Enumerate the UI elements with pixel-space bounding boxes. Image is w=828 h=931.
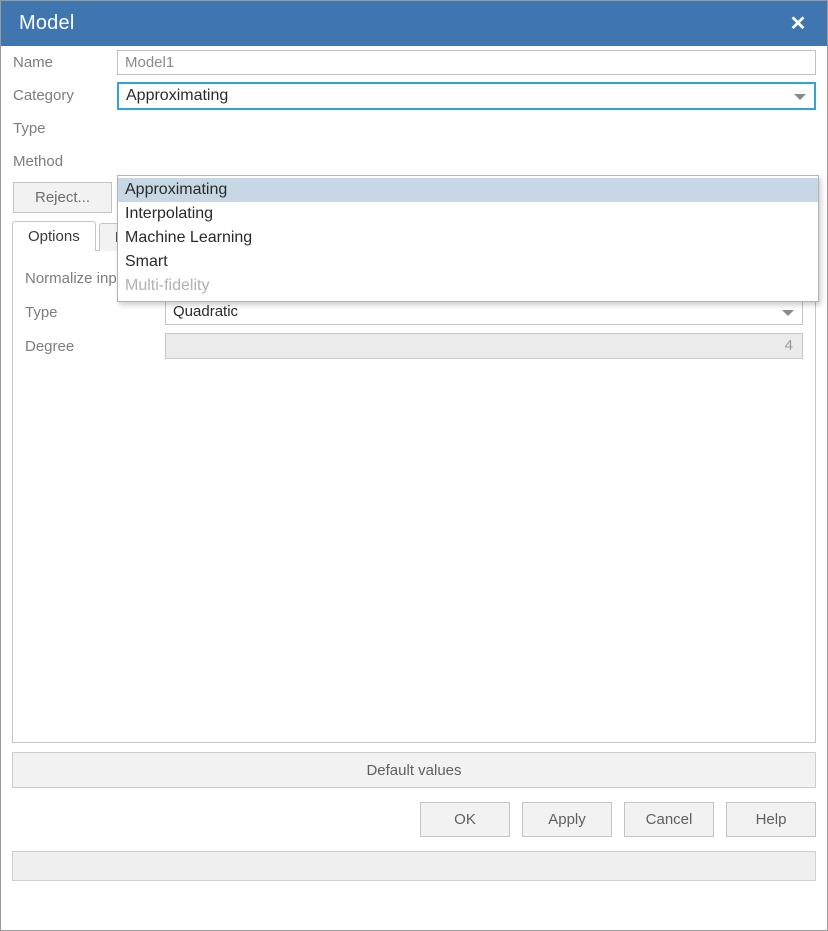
option-degree-input: 4	[165, 333, 803, 359]
name-row: Name Model1	[1, 46, 827, 79]
default-values-button[interactable]: Default values	[12, 752, 816, 788]
default-values-wrap: Default values	[12, 752, 816, 788]
tab-options[interactable]: Options	[12, 221, 96, 251]
option-type-label: Type	[25, 303, 58, 321]
type-label: Type	[13, 120, 46, 137]
category-combobox-value: Approximating	[126, 86, 229, 104]
name-label: Name	[13, 54, 54, 71]
category-option-approximating[interactable]: Approximating	[118, 178, 818, 202]
dialog-actions: OK Apply Cancel Help	[12, 802, 816, 837]
dialog-titlebar: Model ✕	[1, 1, 827, 46]
close-icon[interactable]: ✕	[769, 1, 827, 46]
category-option-multi-fidelity: Multi-fidelity	[125, 277, 210, 294]
options-tab-panel: Normalize inputs Type Quadratic Degree 4	[12, 250, 816, 743]
category-option-machine-learning[interactable]: Machine Learning	[118, 226, 818, 250]
apply-button[interactable]: Apply	[522, 802, 612, 837]
model-dialog: Model ✕ Name Model1 Category Approximati…	[0, 0, 828, 931]
category-dropdown-list[interactable]: Approximating Interpolating Machine Lear…	[117, 175, 819, 302]
category-option-smart[interactable]: Smart	[118, 250, 818, 274]
category-combobox[interactable]: Approximating	[117, 81, 816, 110]
ok-button[interactable]: OK	[420, 802, 510, 837]
type-row: Type	[1, 112, 827, 145]
option-type-value: Quadratic	[173, 303, 239, 320]
category-option-interpolating[interactable]: Interpolating	[118, 202, 818, 226]
chevron-down-icon	[782, 310, 794, 316]
chevron-down-icon	[794, 93, 806, 100]
status-bar	[12, 851, 816, 881]
name-input[interactable]: Model1	[117, 50, 816, 75]
method-row: Method	[1, 145, 827, 178]
category-row: Category Approximating	[1, 79, 827, 112]
model-form: Name Model1 Category Approximating Type …	[1, 46, 827, 302]
option-degree-row: Degree 4	[13, 329, 815, 363]
method-label: Method	[13, 153, 64, 170]
option-type-combobox[interactable]: Quadratic	[165, 299, 803, 325]
reject-button[interactable]: Reject...	[13, 182, 112, 213]
category-label: Category	[13, 87, 74, 104]
dialog-title: Model	[19, 12, 75, 34]
option-degree-label: Degree	[25, 337, 75, 355]
cancel-button[interactable]: Cancel	[624, 802, 714, 837]
help-button[interactable]: Help	[726, 802, 816, 837]
